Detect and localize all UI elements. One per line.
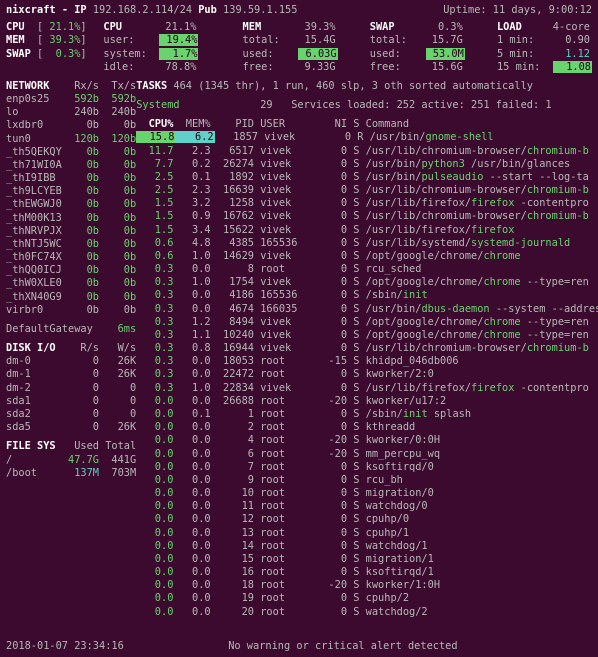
process-row: 0.0 0.0 6 root -20 S mm_percpu_wq	[136, 448, 598, 461]
summary-panel: CPU [ 21.1%]MEM [ 39.3%]SWAP [ 0.3%] CPU…	[6, 21, 592, 74]
process-row: 0.6 1.0 14629 vivek 0 S /opt/google/chro…	[136, 250, 598, 263]
process-row: 0.3 1.2 8494 vivek 0 S /opt/google/chrom…	[136, 316, 598, 329]
disk-row: dm-1 0 26K	[6, 368, 136, 381]
fs-row: / 47.7G 441G	[6, 454, 136, 467]
process-row: 0.6 4.8 4385 165536 0 S /usr/lib/systemd…	[136, 237, 598, 250]
disk-row: sda2 0 0	[6, 408, 136, 421]
process-row: 1.5 0.9 16762 vivek 0 S /usr/lib/chromiu…	[136, 210, 598, 223]
process-row: 1.5 3.4 15622 vivek 0 S /usr/lib/firefox…	[136, 224, 598, 237]
process-row: 2.5 2.3 16639 vivek 0 S /usr/lib/chromiu…	[136, 184, 598, 197]
title-bar: nixcraft - IP 192.168.2.114/24 Pub 139.5…	[6, 4, 592, 17]
process-row: 2.5 0.1 1892 vivek 0 S /usr/bin/pulseaud…	[136, 171, 598, 184]
net-iface-row: _thEWGWJ0 0b 0b	[6, 198, 136, 211]
net-iface-row: _th0FC74X 0b 0b	[6, 251, 136, 264]
process-row: 0.0 0.0 19 root 0 S cpuhp/2	[136, 592, 598, 605]
status-bar: 2018-01-07 23:34:16 No warning or critic…	[6, 640, 592, 653]
process-row: 0.3 0.0 4674 166035 0 S /usr/bin/dbus-da…	[136, 303, 598, 316]
process-row: 11.7 2.3 6517 vivek 0 S /usr/lib/chromiu…	[136, 145, 598, 158]
process-row: 0.0 0.0 14 root 0 S watchdog/1	[136, 540, 598, 553]
alert-message: No warning or critical alert detected	[228, 640, 457, 653]
net-iface-row: lo 240b 240b	[6, 106, 136, 119]
process-row: 0.3 0.8 16944 vivek 0 S /usr/lib/chromiu…	[136, 342, 598, 355]
process-row: 0.0 0.0 4 root -20 S kworker/0:0H	[136, 434, 598, 447]
net-iface-row: _thW0XLE0 0b 0b	[6, 277, 136, 290]
uptime: Uptime: 11 days, 9:00:12	[443, 4, 592, 17]
process-row: 0.3 1.0 1754 vivek 0 S /opt/google/chrom…	[136, 276, 598, 289]
process-row: 0.0 0.0 26688 root -20 S kworker/u17:2	[136, 395, 598, 408]
process-row: 15.8 6.2 1857 vivek 0 R /usr/bin/gnome-s…	[136, 131, 598, 144]
pub-label: Pub	[198, 4, 217, 16]
process-row: 0.0 0.0 16 root 0 S ksoftirqd/1	[136, 566, 598, 579]
ip-label: IP	[74, 4, 86, 16]
process-row: 0.0 0.0 7 root 0 S ksoftirqd/0	[136, 461, 598, 474]
process-row: 0.0 0.0 9 root 0 S rcu_bh	[136, 474, 598, 487]
disk-row: sda1 0 0	[6, 395, 136, 408]
process-row: 0.0 0.0 11 root 0 S watchdog/0	[136, 500, 598, 513]
timestamp: 2018-01-07 23:34:16	[6, 640, 124, 653]
process-row: 0.0 0.1 1 root 0 S /sbin/init splash	[136, 408, 598, 421]
fs-row: /boot 137M 703M	[6, 467, 136, 480]
disk-row: sda5 0 26K	[6, 421, 136, 434]
process-row: 0.3 0.0 18053 root -15 S khidpd_046db006	[136, 355, 598, 368]
hostname: nixcraft	[6, 4, 56, 16]
process-row: 0.0 0.0 20 root 0 S watchdog/2	[136, 606, 598, 619]
net-iface-row: _thNRVPJX 0b 0b	[6, 225, 136, 238]
net-iface-row: _thNTJ5WC 0b 0b	[6, 238, 136, 251]
net-iface-row: _thM00K13 0b 0b	[6, 212, 136, 225]
process-row: 0.0 0.0 13 root 0 S cpuhp/1	[136, 527, 598, 540]
process-row: 0.0 0.0 10 root 0 S migration/0	[136, 487, 598, 500]
process-row: 7.7 0.2 26274 vivek 0 S /usr/bin/python3…	[136, 158, 598, 171]
net-iface-row: _thQQ0ICJ 0b 0b	[6, 264, 136, 277]
net-iface-row: _th71WI0A 0b 0b	[6, 159, 136, 172]
process-row: 0.3 1.0 22834 vivek 0 S /usr/lib/firefox…	[136, 382, 598, 395]
ip-value: 192.168.2.114/24	[93, 4, 192, 16]
net-iface-row: virbr0 0b 0b	[6, 304, 136, 317]
process-row: 0.3 1.1 10240 vivek 0 S /opt/google/chro…	[136, 329, 598, 342]
net-iface-row: _thI9IBB 0b 0b	[6, 172, 136, 185]
net-iface-row: enp0s25 592b 592b	[6, 93, 136, 106]
pub-ip-value: 139.59.1.155	[223, 4, 297, 16]
process-row: 0.3 0.0 8 root 0 S rcu_sched	[136, 263, 598, 276]
net-iface-row: _thXN40G9 0b 0b	[6, 291, 136, 304]
process-row: 1.5 3.2 1258 vivek 0 S /usr/lib/firefox/…	[136, 197, 598, 210]
net-iface-row: _th9LCYEB 0b 0b	[6, 185, 136, 198]
process-row: 0.0 0.0 2 root 0 S kthreadd	[136, 421, 598, 434]
process-row: 0.3 0.0 22472 root 0 S kworker/2:0	[136, 368, 598, 381]
process-row: 0.0 0.0 18 root -20 S kworker/1:0H	[136, 579, 598, 592]
net-iface-row: tun0 120b 120b	[6, 133, 136, 146]
process-row: 0.0 0.0 15 root 0 S migration/1	[136, 553, 598, 566]
disk-row: dm-2 0 0	[6, 382, 136, 395]
net-iface-row: lxdbr0 0b 0b	[6, 119, 136, 132]
process-row: 0.3 0.0 4186 165536 0 S /sbin/init	[136, 289, 598, 302]
process-row: 0.0 0.0 12 root 0 S cpuhp/0	[136, 513, 598, 526]
disk-row: dm-0 0 26K	[6, 355, 136, 368]
net-iface-row: _th5QEKQY 0b 0b	[6, 146, 136, 159]
